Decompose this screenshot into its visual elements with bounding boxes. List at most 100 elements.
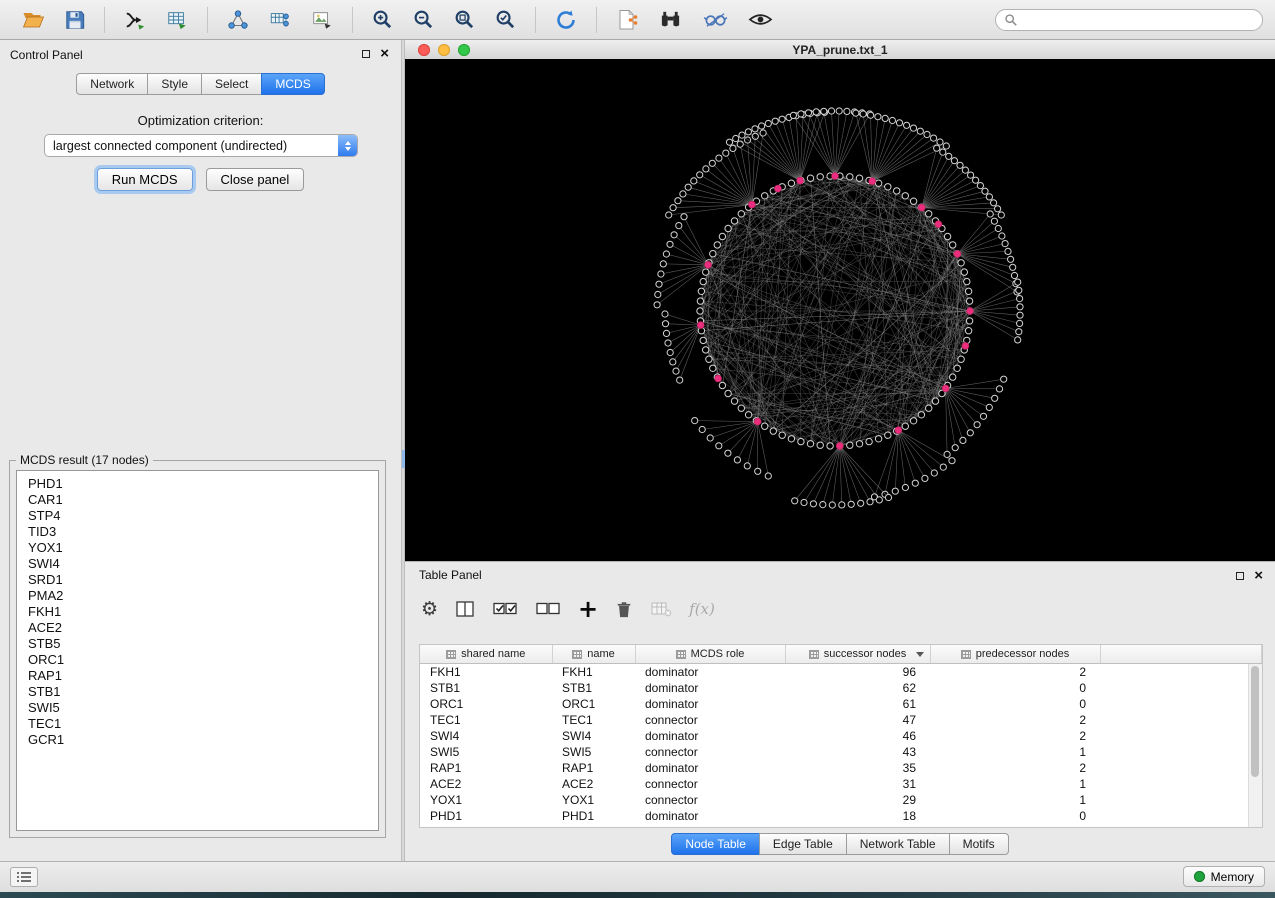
table-panel-title: Table Panel — [419, 568, 482, 582]
add-column-button[interactable]: + — [578, 599, 598, 619]
result-node[interactable]: STB1 — [17, 684, 378, 700]
result-node[interactable]: PHD1 — [17, 476, 378, 492]
result-node[interactable]: RAP1 — [17, 668, 378, 684]
result-node[interactable]: GCR1 — [17, 732, 378, 748]
result-node[interactable]: TEC1 — [17, 716, 378, 732]
result-node[interactable]: STB5 — [17, 636, 378, 652]
tab-style[interactable]: Style — [147, 73, 202, 95]
save-icon — [64, 9, 86, 31]
result-node[interactable]: FKH1 — [17, 604, 378, 620]
window-close-icon[interactable] — [418, 44, 430, 56]
cell-successor-nodes: 31 — [785, 776, 930, 792]
close-panel-button[interactable]: Close panel — [206, 168, 305, 191]
table-row[interactable]: SWI5SWI5connector431 — [420, 744, 1262, 760]
new-network-icon — [226, 9, 250, 31]
criterion-select[interactable]: largest connected component (undirected) — [44, 134, 358, 157]
deselect-all-button[interactable] — [535, 600, 561, 618]
window-maximize-icon[interactable] — [458, 44, 470, 56]
zoom-out-button[interactable] — [410, 6, 437, 33]
show-details-button[interactable] — [745, 6, 776, 33]
tab-edge-table[interactable]: Edge Table — [759, 833, 847, 855]
cell-name: RAP1 — [552, 760, 635, 776]
gear-icon: ⚙ — [421, 599, 438, 619]
table-row[interactable]: STB1STB1dominator620 — [420, 680, 1262, 696]
close-table-panel-icon[interactable]: × — [1254, 571, 1263, 581]
result-node[interactable]: ACE2 — [17, 620, 378, 636]
status-bar: Memory — [0, 861, 1275, 892]
result-node[interactable]: SRD1 — [17, 572, 378, 588]
table-row[interactable]: TEC1TEC1connector472 — [420, 712, 1262, 728]
zoom-in-button[interactable] — [369, 6, 396, 33]
table-row[interactable]: ACE2ACE2connector311 — [420, 776, 1262, 792]
window-minimize-icon[interactable] — [438, 44, 450, 56]
cell-shared-name: RAP1 — [420, 760, 552, 776]
function-builder-button[interactable]: f(x) — [689, 600, 715, 618]
result-node[interactable]: TID3 — [17, 524, 378, 540]
cell-name: SWI4 — [552, 728, 635, 744]
result-node[interactable]: PMA2 — [17, 588, 378, 604]
cell-filler — [1100, 776, 1262, 792]
memory-button[interactable]: Memory — [1183, 866, 1265, 887]
result-node[interactable]: YOX1 — [17, 540, 378, 556]
column-name[interactable]: name — [552, 645, 635, 664]
search-input[interactable] — [1023, 12, 1254, 28]
result-node[interactable]: SWI5 — [17, 700, 378, 716]
cell-successor-nodes: 43 — [785, 744, 930, 760]
tab-mcds[interactable]: MCDS — [261, 73, 324, 95]
hide-details-button[interactable] — [700, 6, 731, 33]
sort-descending-icon[interactable] — [916, 652, 924, 657]
column-mcds-role[interactable]: MCDS role — [635, 645, 785, 664]
network-canvas[interactable] — [405, 59, 1275, 561]
cell-predecessor-nodes: 0 — [930, 808, 1100, 824]
column-type-icon — [676, 650, 686, 659]
table-row[interactable]: YOX1YOX1connector291 — [420, 792, 1262, 808]
cell-filler — [1100, 808, 1262, 824]
table-row[interactable]: SWI4SWI4dominator462 — [420, 728, 1262, 744]
column-predecessor-nodes[interactable]: predecessor nodes — [930, 645, 1100, 664]
result-node[interactable]: CAR1 — [17, 492, 378, 508]
result-node[interactable]: STP4 — [17, 508, 378, 524]
show-columns-button[interactable] — [455, 600, 475, 618]
toolbar-separator — [596, 7, 597, 33]
run-mcds-button[interactable]: Run MCDS — [97, 168, 193, 191]
network-table-button[interactable] — [266, 7, 294, 33]
table-row[interactable]: PHD1PHD1dominator180 — [420, 808, 1262, 824]
close-panel-icon[interactable]: × — [380, 49, 389, 59]
table-row[interactable]: ORC1ORC1dominator610 — [420, 696, 1262, 712]
cell-filler — [1100, 744, 1262, 760]
select-all-button[interactable] — [492, 600, 518, 618]
tab-network-table[interactable]: Network Table — [846, 833, 950, 855]
tab-motifs[interactable]: Motifs — [949, 833, 1009, 855]
tab-select[interactable]: Select — [201, 73, 262, 95]
zoom-fit-button[interactable] — [451, 6, 478, 33]
save-session-button[interactable] — [62, 7, 88, 33]
delete-column-button[interactable] — [615, 600, 633, 619]
new-network-button[interactable] — [224, 7, 252, 33]
import-network-button[interactable] — [121, 7, 149, 33]
share-document-button[interactable] — [613, 6, 641, 34]
table-row[interactable]: FKH1FKH1dominator962 — [420, 664, 1262, 681]
scrollbar-thumb[interactable] — [1251, 666, 1259, 777]
column-successor-nodes[interactable]: successor nodes — [785, 645, 930, 664]
table-scrollbar[interactable] — [1248, 664, 1262, 827]
open-file-button[interactable] — [19, 7, 48, 33]
import-table-button[interactable] — [163, 7, 191, 33]
float-panel-icon[interactable] — [362, 50, 370, 58]
table-settings-button[interactable]: ⚙ — [421, 599, 438, 619]
column-shared-name[interactable]: shared name — [420, 645, 552, 664]
search-network-button[interactable] — [655, 6, 686, 33]
result-node[interactable]: SWI4 — [17, 556, 378, 572]
panel-menu-button[interactable] — [10, 867, 38, 887]
column-type-icon — [961, 650, 971, 659]
refresh-button[interactable] — [552, 6, 580, 34]
zoom-selected-button[interactable] — [492, 6, 519, 33]
table-row[interactable]: RAP1RAP1dominator352 — [420, 760, 1262, 776]
result-node[interactable]: ORC1 — [17, 652, 378, 668]
network-image-button[interactable] — [308, 7, 336, 33]
search-icon — [1004, 13, 1018, 27]
delete-table-button[interactable] — [650, 600, 672, 618]
cell-shared-name: TEC1 — [420, 712, 552, 728]
tab-node-table[interactable]: Node Table — [671, 833, 760, 855]
tab-network[interactable]: Network — [76, 73, 148, 95]
float-table-panel-icon[interactable] — [1236, 572, 1244, 580]
